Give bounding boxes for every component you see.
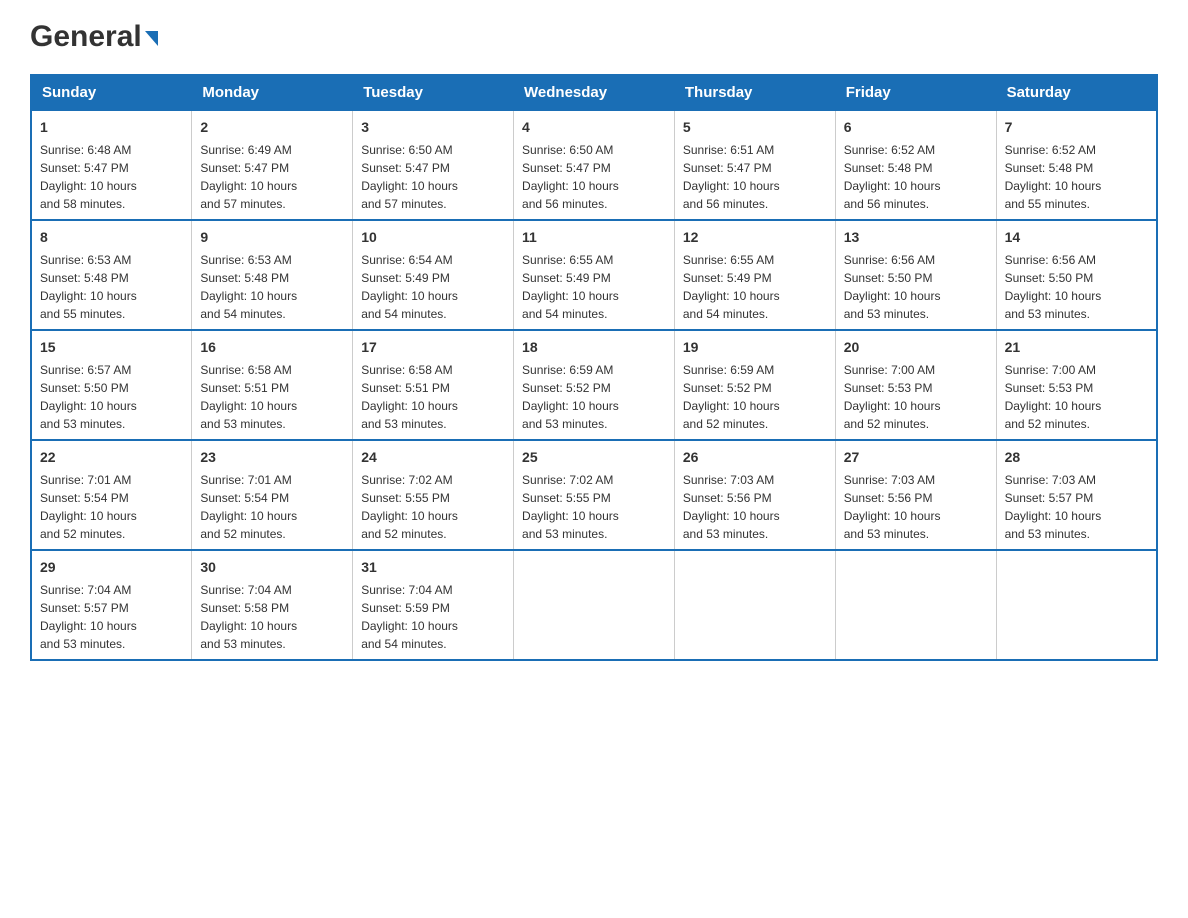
day-number: 27 [844, 447, 988, 468]
calendar-cell: 19Sunrise: 6:59 AMSunset: 5:52 PMDayligh… [674, 330, 835, 440]
day-number: 16 [200, 337, 344, 358]
calendar-cell [835, 550, 996, 660]
calendar-cell: 25Sunrise: 7:02 AMSunset: 5:55 PMDayligh… [514, 440, 675, 550]
calendar-cell: 4Sunrise: 6:50 AMSunset: 5:47 PMDaylight… [514, 110, 675, 220]
calendar-header-row: SundayMondayTuesdayWednesdayThursdayFrid… [31, 75, 1157, 110]
day-number: 21 [1005, 337, 1148, 358]
day-number: 20 [844, 337, 988, 358]
day-number: 29 [40, 557, 183, 578]
day-number: 24 [361, 447, 505, 468]
calendar-week-row: 15Sunrise: 6:57 AMSunset: 5:50 PMDayligh… [31, 330, 1157, 440]
calendar-cell: 7Sunrise: 6:52 AMSunset: 5:48 PMDaylight… [996, 110, 1157, 220]
calendar-cell: 20Sunrise: 7:00 AMSunset: 5:53 PMDayligh… [835, 330, 996, 440]
calendar-week-row: 29Sunrise: 7:04 AMSunset: 5:57 PMDayligh… [31, 550, 1157, 660]
day-number: 26 [683, 447, 827, 468]
day-number: 31 [361, 557, 505, 578]
day-number: 12 [683, 227, 827, 248]
weekday-header-monday: Monday [192, 75, 353, 110]
calendar-cell: 21Sunrise: 7:00 AMSunset: 5:53 PMDayligh… [996, 330, 1157, 440]
calendar-cell: 31Sunrise: 7:04 AMSunset: 5:59 PMDayligh… [353, 550, 514, 660]
day-number: 8 [40, 227, 183, 248]
calendar-cell: 17Sunrise: 6:58 AMSunset: 5:51 PMDayligh… [353, 330, 514, 440]
calendar-cell: 10Sunrise: 6:54 AMSunset: 5:49 PMDayligh… [353, 220, 514, 330]
logo-triangle-icon [145, 31, 158, 46]
calendar-cell: 6Sunrise: 6:52 AMSunset: 5:48 PMDaylight… [835, 110, 996, 220]
day-number: 13 [844, 227, 988, 248]
calendar-cell: 14Sunrise: 6:56 AMSunset: 5:50 PMDayligh… [996, 220, 1157, 330]
calendar-cell: 29Sunrise: 7:04 AMSunset: 5:57 PMDayligh… [31, 550, 192, 660]
calendar-cell: 3Sunrise: 6:50 AMSunset: 5:47 PMDaylight… [353, 110, 514, 220]
calendar-week-row: 8Sunrise: 6:53 AMSunset: 5:48 PMDaylight… [31, 220, 1157, 330]
day-number: 6 [844, 117, 988, 138]
weekday-header-wednesday: Wednesday [514, 75, 675, 110]
logo: General [30, 20, 158, 54]
calendar-cell: 1Sunrise: 6:48 AMSunset: 5:47 PMDaylight… [31, 110, 192, 220]
day-number: 28 [1005, 447, 1148, 468]
weekday-header-tuesday: Tuesday [353, 75, 514, 110]
calendar-week-row: 22Sunrise: 7:01 AMSunset: 5:54 PMDayligh… [31, 440, 1157, 550]
calendar-cell: 9Sunrise: 6:53 AMSunset: 5:48 PMDaylight… [192, 220, 353, 330]
day-number: 2 [200, 117, 344, 138]
day-number: 23 [200, 447, 344, 468]
day-number: 25 [522, 447, 666, 468]
calendar-cell: 18Sunrise: 6:59 AMSunset: 5:52 PMDayligh… [514, 330, 675, 440]
day-number: 11 [522, 227, 666, 248]
day-number: 10 [361, 227, 505, 248]
day-number: 18 [522, 337, 666, 358]
weekday-header-saturday: Saturday [996, 75, 1157, 110]
day-number: 14 [1005, 227, 1148, 248]
day-number: 17 [361, 337, 505, 358]
day-number: 22 [40, 447, 183, 468]
calendar-cell [514, 550, 675, 660]
calendar-table: SundayMondayTuesdayWednesdayThursdayFrid… [30, 74, 1158, 661]
weekday-header-sunday: Sunday [31, 75, 192, 110]
calendar-cell [674, 550, 835, 660]
weekday-header-friday: Friday [835, 75, 996, 110]
logo-general-text: General [30, 20, 142, 54]
calendar-cell: 11Sunrise: 6:55 AMSunset: 5:49 PMDayligh… [514, 220, 675, 330]
day-number: 4 [522, 117, 666, 138]
day-number: 3 [361, 117, 505, 138]
calendar-cell: 30Sunrise: 7:04 AMSunset: 5:58 PMDayligh… [192, 550, 353, 660]
calendar-cell: 8Sunrise: 6:53 AMSunset: 5:48 PMDaylight… [31, 220, 192, 330]
calendar-cell: 26Sunrise: 7:03 AMSunset: 5:56 PMDayligh… [674, 440, 835, 550]
day-number: 1 [40, 117, 183, 138]
calendar-cell: 27Sunrise: 7:03 AMSunset: 5:56 PMDayligh… [835, 440, 996, 550]
day-number: 7 [1005, 117, 1148, 138]
calendar-cell: 24Sunrise: 7:02 AMSunset: 5:55 PMDayligh… [353, 440, 514, 550]
day-number: 9 [200, 227, 344, 248]
calendar-cell: 22Sunrise: 7:01 AMSunset: 5:54 PMDayligh… [31, 440, 192, 550]
day-number: 19 [683, 337, 827, 358]
calendar-cell: 28Sunrise: 7:03 AMSunset: 5:57 PMDayligh… [996, 440, 1157, 550]
calendar-cell: 2Sunrise: 6:49 AMSunset: 5:47 PMDaylight… [192, 110, 353, 220]
calendar-week-row: 1Sunrise: 6:48 AMSunset: 5:47 PMDaylight… [31, 110, 1157, 220]
calendar-cell: 12Sunrise: 6:55 AMSunset: 5:49 PMDayligh… [674, 220, 835, 330]
day-number: 30 [200, 557, 344, 578]
calendar-cell: 13Sunrise: 6:56 AMSunset: 5:50 PMDayligh… [835, 220, 996, 330]
calendar-cell: 23Sunrise: 7:01 AMSunset: 5:54 PMDayligh… [192, 440, 353, 550]
page-header: General [30, 20, 1158, 54]
calendar-cell: 15Sunrise: 6:57 AMSunset: 5:50 PMDayligh… [31, 330, 192, 440]
day-number: 5 [683, 117, 827, 138]
weekday-header-thursday: Thursday [674, 75, 835, 110]
calendar-cell [996, 550, 1157, 660]
calendar-cell: 5Sunrise: 6:51 AMSunset: 5:47 PMDaylight… [674, 110, 835, 220]
calendar-cell: 16Sunrise: 6:58 AMSunset: 5:51 PMDayligh… [192, 330, 353, 440]
day-number: 15 [40, 337, 183, 358]
